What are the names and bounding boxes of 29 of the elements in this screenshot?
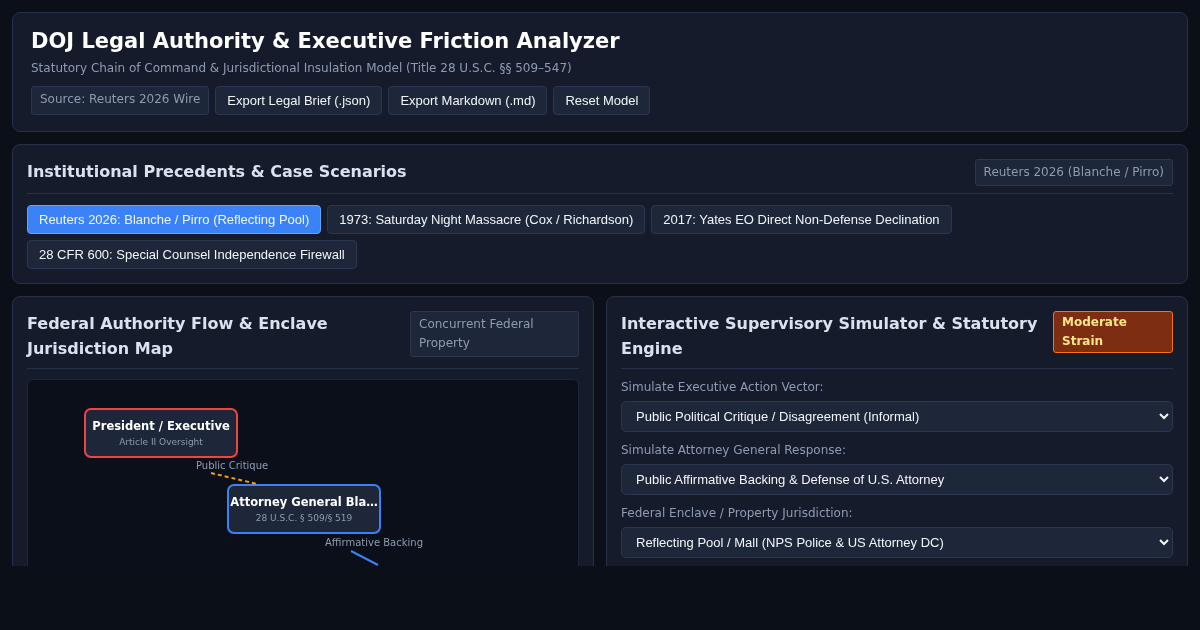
scenario-tab[interactable]: 28 CFR 600: Special Counsel Independence Firewall [27, 240, 357, 269]
scenario-tab[interactable]: 2017: Yates EO Direct Non-Defense Declination [651, 205, 952, 234]
edge-label: Affirmative Backing [325, 537, 423, 548]
node-statute: Article II Oversight [119, 437, 203, 447]
section-title: Federal Authority Flow & Enclave Jurisdiction Map [27, 313, 329, 360]
action-button[interactable]: Reset Model [553, 86, 651, 115]
authority-node[interactable]: President / Executive Article II Oversight [84, 408, 238, 458]
node-title: Attorney General Bla… [230, 495, 378, 509]
action-button[interactable]: Export Legal Brief (.json) [215, 86, 383, 115]
app-title: DOJ Legal Authority & Executive Friction Analyzer [31, 29, 621, 53]
field-label: Simulate Executive Action Vector: [621, 380, 825, 394]
field-label: Federal Enclave / Property Jurisdiction: [621, 506, 854, 520]
scenario-tab[interactable]: 1973: Saturday Night Massacre (Cox / Richardson) [327, 205, 646, 234]
app-subtitle: Statutory Chain of Command & Jurisdictional Insulation Model (Title 28 U.S.C. §§ 509–547) [31, 61, 573, 75]
section-title: Institutional Precedents & Case Scenarios [27, 161, 407, 183]
node-title: President / Executive [92, 419, 230, 433]
edge-label: Public Critique [196, 460, 269, 471]
select-field[interactable]: Public Political Critique / Disagreement (Informal) [621, 401, 1173, 432]
authority-node[interactable]: Attorney General Bla… 28 U.S.C. § 509/§ 519 [227, 484, 381, 534]
section-title: Interactive Supervisory Simulator & Statutory Engine [621, 313, 1039, 360]
field-label: Simulate Attorney General Response: [621, 443, 847, 457]
select-field[interactable]: Reflecting Pool / Mall (NPS Police & US Attorney DC) [621, 527, 1173, 558]
scenario-tag: Reuters 2026 (Blanche / Pirro) [974, 159, 1173, 186]
source-tag: Source: Reuters 2026 Wire [31, 86, 210, 115]
select-field[interactable]: Public Affirmative Backing & Defense of U.S. Attorney [621, 464, 1173, 495]
strain-badge: Moderate Strain [1053, 311, 1173, 353]
action-button[interactable]: Export Markdown (.md) [388, 86, 548, 115]
node-statute: 28 U.S.C. § 509/§ 519 [255, 513, 353, 523]
jurisdiction-tag: Concurrent Federal Property [410, 311, 579, 357]
